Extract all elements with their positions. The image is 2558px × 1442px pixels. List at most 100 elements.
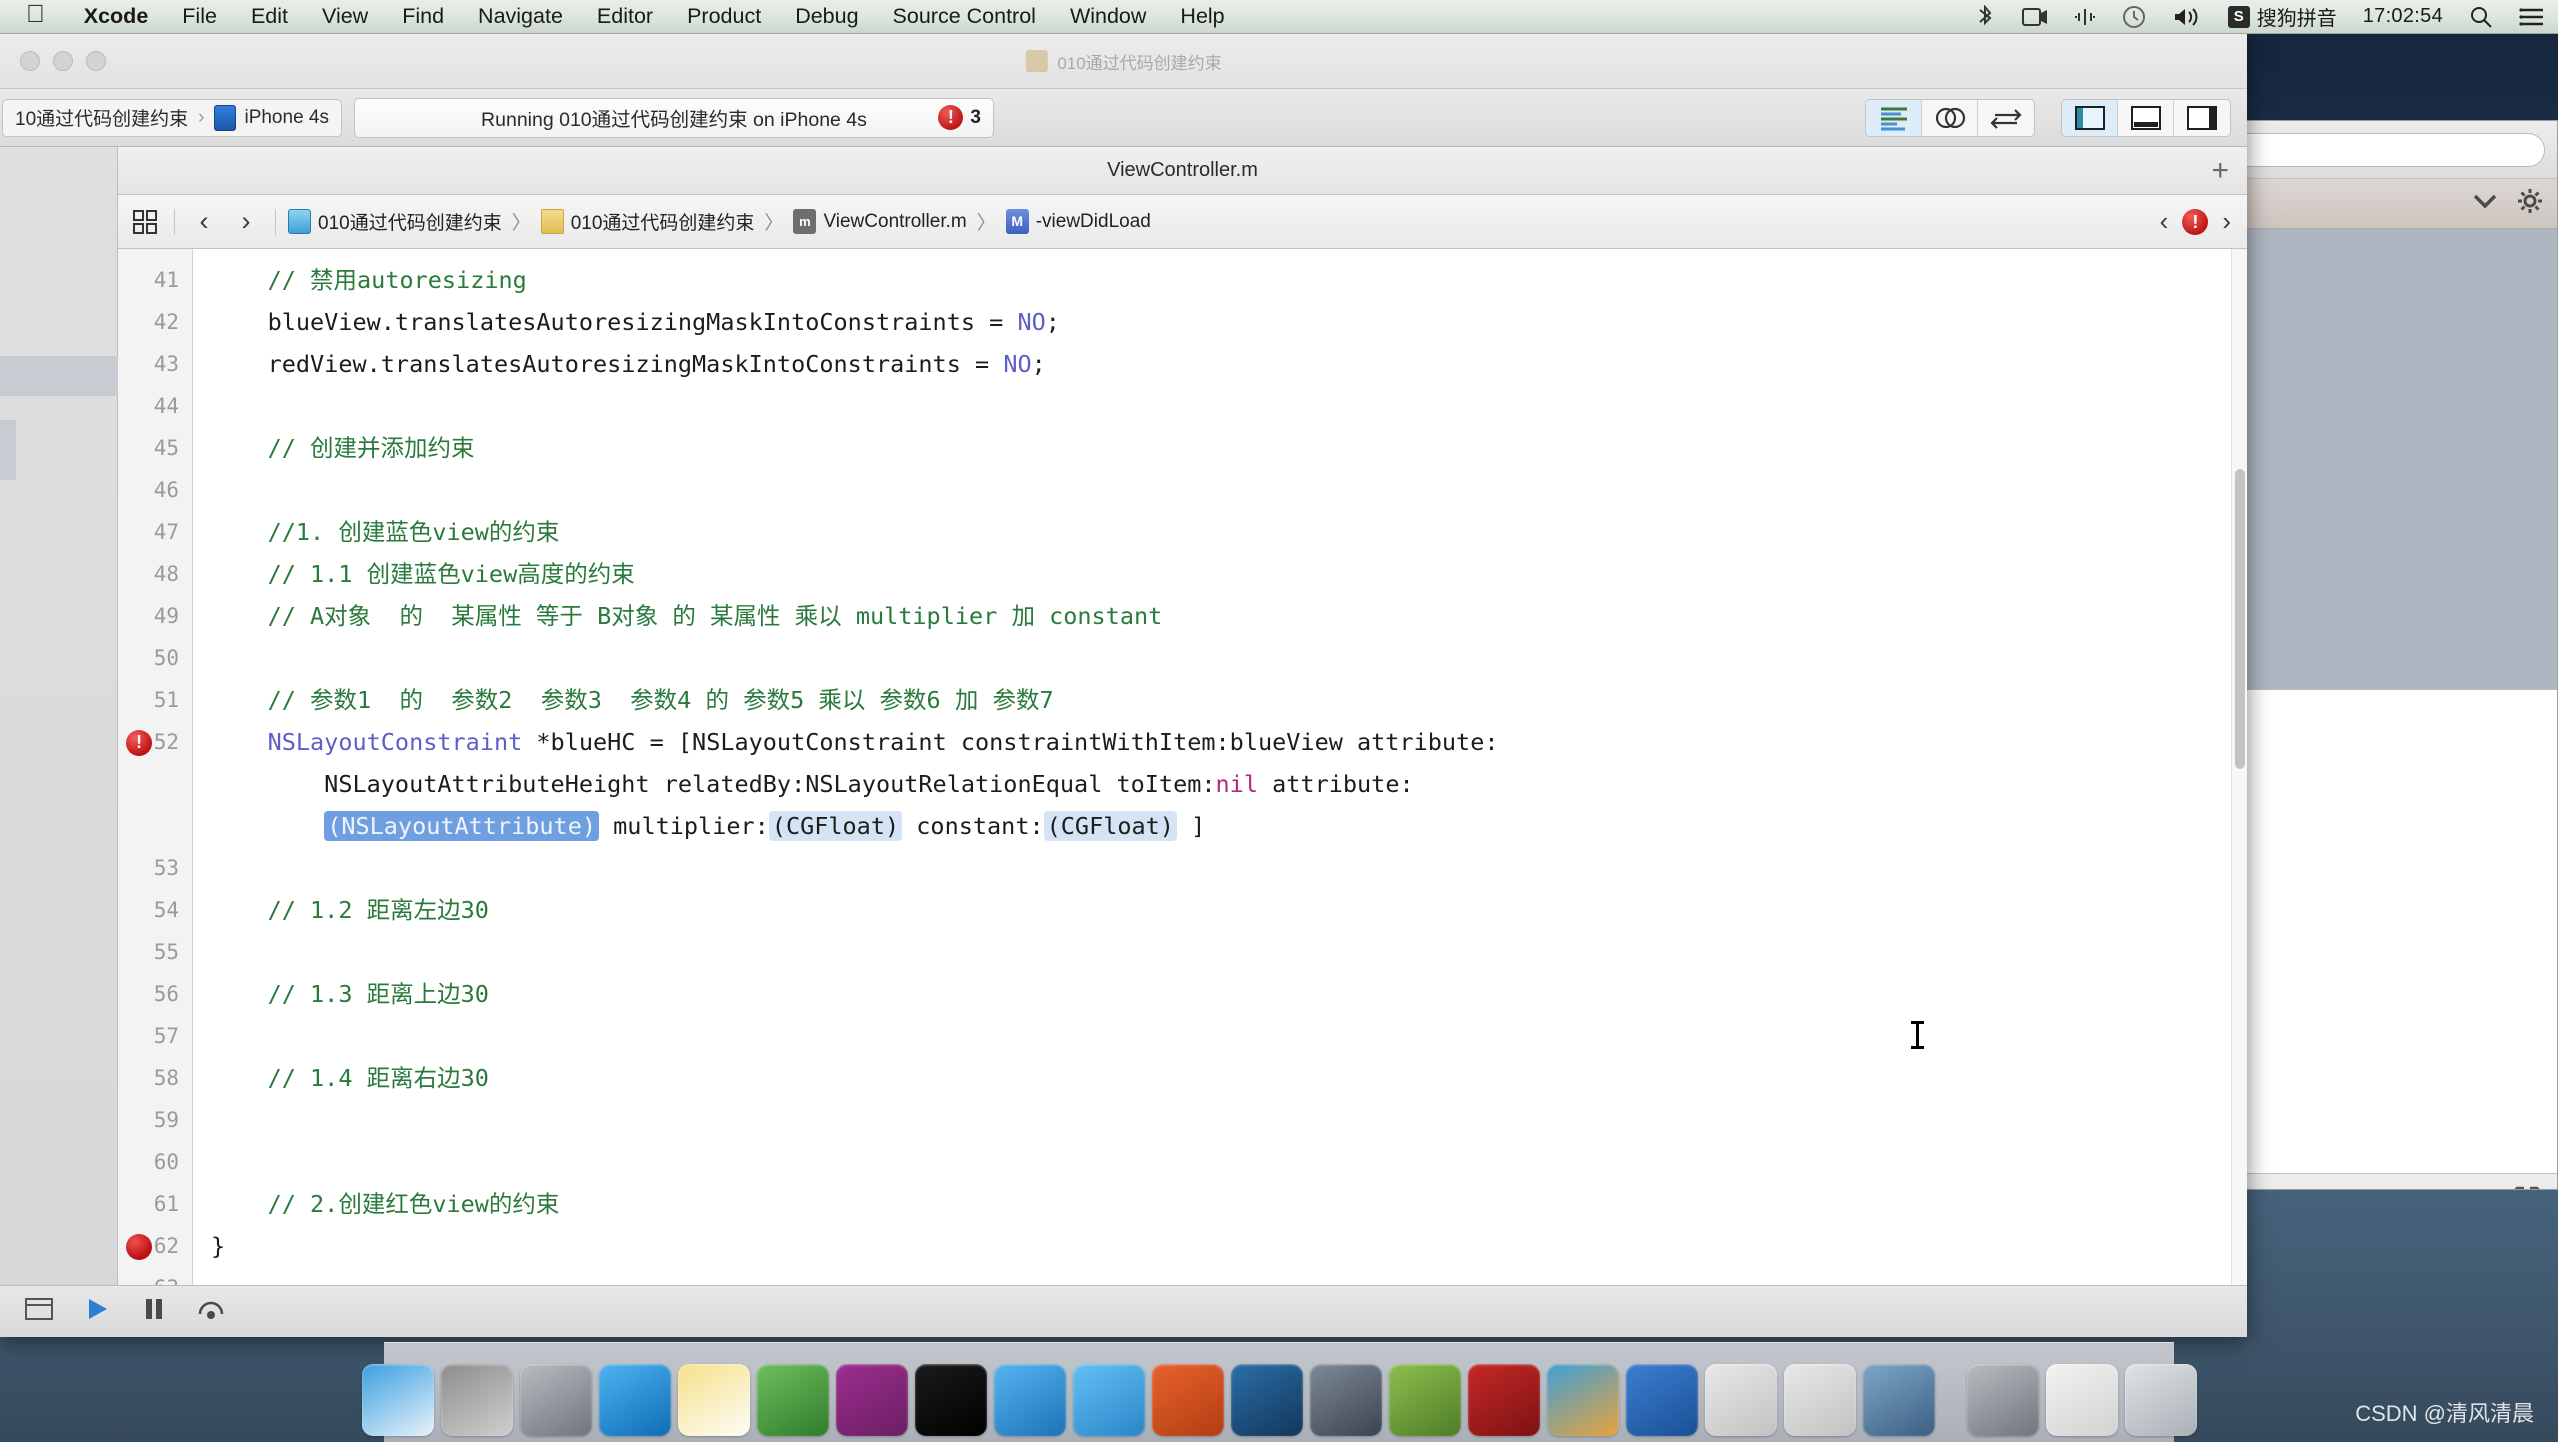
toggle-debug-area-icon[interactable]: [2118, 99, 2174, 136]
line-number[interactable]: 57: [118, 1015, 192, 1057]
menu-item-debug[interactable]: Debug: [778, 4, 875, 29]
dock-item-safari[interactable]: [598, 1364, 671, 1436]
input-method-indicator[interactable]: S 搜狗拼音: [2215, 2, 2350, 31]
back-button[interactable]: ‹: [187, 205, 221, 239]
editor-vertical-scrollbar[interactable]: [2231, 249, 2247, 1337]
step-over-icon[interactable]: [196, 1296, 226, 1327]
toggle-utilities-icon[interactable]: [2174, 100, 2230, 136]
show-console-icon[interactable]: [24, 1296, 54, 1327]
code-line[interactable]: // 禁用autoresizing: [211, 259, 2247, 301]
line-number[interactable]: 49: [118, 595, 192, 637]
background-window-search-field[interactable]: [2213, 132, 2545, 167]
close-button[interactable]: [20, 51, 40, 71]
issue-error-icon[interactable]: !: [2182, 208, 2209, 235]
dock-item-onenote[interactable]: [835, 1364, 908, 1436]
screen-record-icon[interactable]: [2009, 7, 2061, 27]
dock-item-paintbrush[interactable]: [1546, 1364, 1619, 1436]
dock-item-appstore-a1[interactable]: [1704, 1364, 1777, 1436]
scrollbar-thumb[interactable]: [2235, 469, 2245, 769]
code-line[interactable]: [211, 385, 2247, 427]
code-editor[interactable]: 41 42 43 44 45 46 47 48 49 50 51 52! 53 54 55 56 57 58 59 6…: [118, 249, 2247, 1337]
menu-item-product[interactable]: Product: [670, 4, 778, 29]
code-line[interactable]: // 1.3 距离上边30: [211, 973, 2247, 1015]
dock-item-snipping-tool[interactable]: [1230, 1364, 1303, 1436]
line-number[interactable]: [118, 805, 192, 847]
minimize-button[interactable]: [53, 51, 73, 71]
dock-item-notes[interactable]: [677, 1364, 750, 1436]
line-number-gutter[interactable]: 41 42 43 44 45 46 47 48 49 50 51 52! 53 54 55 56 57 58 59 6…: [118, 249, 193, 1337]
pause-icon[interactable]: [142, 1296, 166, 1327]
editor-mode-segmented-control[interactable]: [1865, 98, 2035, 137]
dock-item-xcode[interactable]: [993, 1364, 1066, 1436]
menu-item-xcode[interactable]: Xcode: [67, 4, 166, 29]
dock-item-excel[interactable]: [756, 1364, 829, 1436]
volume-icon[interactable]: [2159, 6, 2215, 28]
line-number[interactable]: 54: [118, 889, 192, 931]
navigator-panel[interactable]: [0, 147, 118, 1337]
editor-tab-label[interactable]: ViewController.m: [1107, 159, 1258, 182]
menubar-clock[interactable]: 17:02:54: [2350, 5, 2456, 28]
code-line[interactable]: // A对象 的 某属性 等于 B对象 的 某属性 乘以 multiplier …: [211, 595, 2247, 637]
line-number[interactable]: 60: [118, 1141, 192, 1183]
scheme-selector[interactable]: 10通过代码创建约束 › iPhone 4s: [2, 98, 342, 137]
dock-item-preview[interactable]: [1388, 1364, 1461, 1436]
menu-item-editor[interactable]: Editor: [580, 4, 670, 29]
code-line[interactable]: // 参数1 的 参数2 参数3 参数4 的 参数5 乘以 参数6 加 参数7: [211, 679, 2247, 721]
code-line[interactable]: [211, 847, 2247, 889]
line-number[interactable]: 43: [118, 343, 192, 385]
code-line[interactable]: redView.translatesAutoresizingMaskIntoCo…: [211, 343, 2247, 385]
zoom-button[interactable]: [86, 51, 106, 71]
menu-item-window[interactable]: Window: [1053, 4, 1163, 29]
code-line[interactable]: [211, 1015, 2247, 1057]
code-line[interactable]: // 2.创建红色view的约束: [211, 1183, 2247, 1225]
line-number[interactable]: 46: [118, 469, 192, 511]
next-issue-button[interactable]: ›: [2222, 206, 2231, 237]
menu-item-help[interactable]: Help: [1163, 4, 1241, 29]
line-number[interactable]: 59: [118, 1099, 192, 1141]
apple-logo-icon[interactable]: : [0, 2, 67, 27]
dock-item-image-capture[interactable]: [1862, 1364, 1935, 1436]
dock-item-documents-stack[interactable]: [2045, 1364, 2118, 1436]
line-number[interactable]: 44: [118, 385, 192, 427]
line-number[interactable]: 51: [118, 679, 192, 721]
code-line[interactable]: // 1.2 距离左边30: [211, 889, 2247, 931]
line-number[interactable]: 48: [118, 553, 192, 595]
line-number[interactable]: 62: [118, 1225, 192, 1267]
dock-item-filezilla[interactable]: [1467, 1364, 1540, 1436]
view-toggle-segmented-control[interactable]: [2061, 98, 2231, 137]
line-number[interactable]: 61: [118, 1183, 192, 1225]
dock-item-display-prefs[interactable]: [1966, 1364, 2039, 1436]
background-window[interactable]: [2200, 120, 2558, 1190]
dock-item-launchpad[interactable]: [519, 1364, 592, 1436]
dock-item-powerpoint[interactable]: [1151, 1364, 1224, 1436]
line-number[interactable]: 47: [118, 511, 192, 553]
dock-item-photo-booth[interactable]: [1309, 1364, 1382, 1436]
activity-status-bar[interactable]: Running 010通过代码创建约束 on iPhone 4s ! 3: [353, 97, 994, 138]
related-items-icon[interactable]: [128, 205, 162, 239]
dock-item-terminal[interactable]: [914, 1364, 987, 1436]
code-line[interactable]: [211, 469, 2247, 511]
dock-item-word[interactable]: [1625, 1364, 1698, 1436]
line-number[interactable]: 45: [118, 427, 192, 469]
line-number[interactable]: 41: [118, 259, 192, 301]
source-code-text[interactable]: // 禁用autoresizing blueView.translatesAut…: [193, 249, 2247, 1337]
navigator-selected-row[interactable]: [0, 356, 118, 396]
code-line[interactable]: [211, 1141, 2247, 1183]
assistant-editor-icon[interactable]: [1922, 99, 1978, 136]
search-icon[interactable]: [2456, 5, 2506, 29]
time-machine-icon[interactable]: [2109, 5, 2159, 29]
line-number[interactable]: 50: [118, 637, 192, 679]
notification-center-icon[interactable]: [2506, 6, 2558, 28]
network-icon[interactable]: [2061, 7, 2109, 27]
breadcrumb-item-folder[interactable]: 010通过代码创建约束: [540, 208, 754, 235]
continue-icon[interactable]: [84, 1296, 112, 1327]
line-number[interactable]: [118, 763, 192, 805]
code-line[interactable]: NSLayoutConstraint *blueHC = [NSLayoutCo…: [211, 721, 2247, 763]
code-line[interactable]: [211, 637, 2247, 679]
expand-icon[interactable]: [2513, 1185, 2541, 1189]
breadcrumb-item-file[interactable]: m ViewController.m: [793, 209, 967, 234]
chevron-down-icon[interactable]: [2471, 192, 2499, 215]
code-line[interactable]: // 1.4 距离右边30: [211, 1057, 2247, 1099]
dock-item-trash[interactable]: [2124, 1364, 2197, 1436]
bluetooth-icon[interactable]: [1961, 4, 2009, 29]
